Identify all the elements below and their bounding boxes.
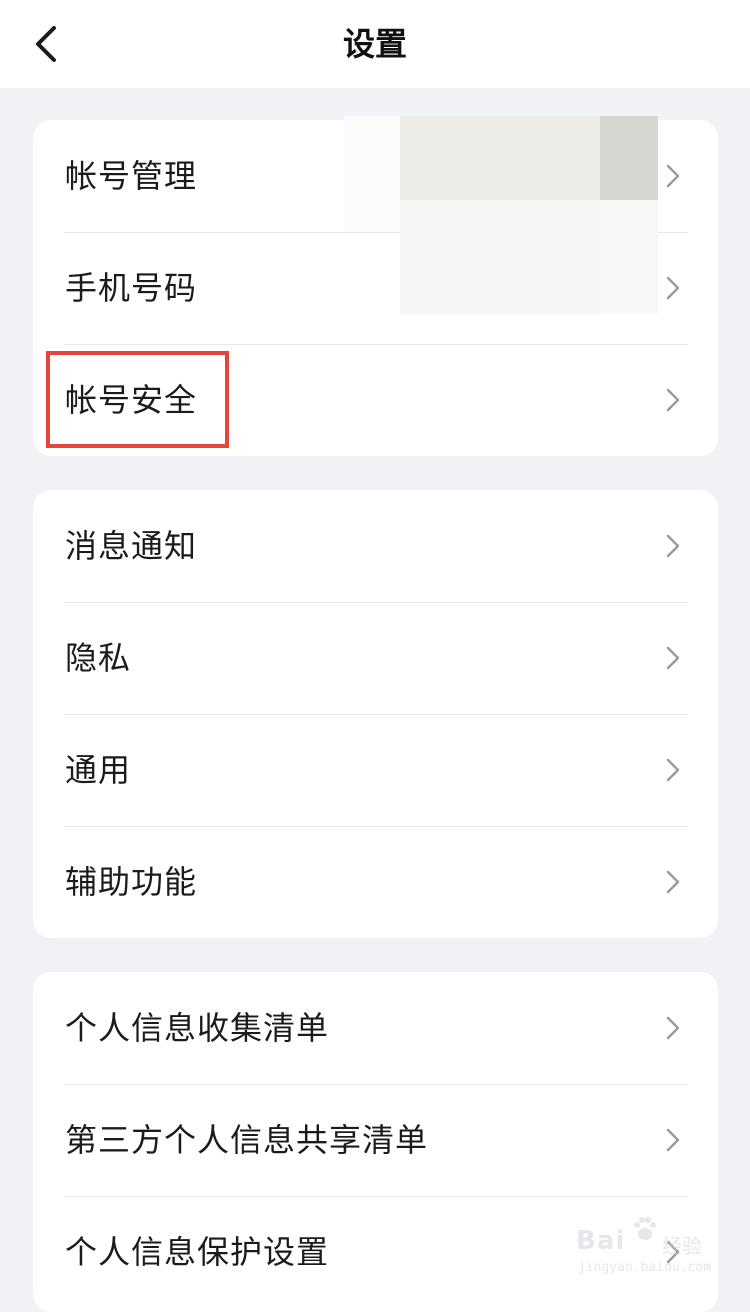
watermark: Bai 经验 jingyan.baidu.com — [576, 1214, 716, 1278]
settings-item-label: 个人信息保护设置 — [65, 1233, 330, 1271]
chevron-right-icon — [666, 646, 680, 670]
chevron-right-icon — [666, 534, 680, 558]
paw-icon — [634, 1217, 656, 1240]
chevron-right-icon — [666, 1128, 680, 1152]
redaction-overlay — [344, 116, 658, 314]
settings-item-label: 消息通知 — [65, 527, 198, 565]
chevron-right-icon — [666, 276, 680, 300]
settings-item-personal-info-list[interactable]: 个人信息收集清单 — [33, 972, 718, 1084]
highlight-annotation — [46, 351, 229, 448]
chevron-right-icon — [666, 870, 680, 894]
page-title: 设置 — [342, 25, 407, 63]
settings-item-label: 手机号码 — [65, 269, 198, 307]
watermark-brand: Bai — [576, 1226, 626, 1256]
watermark-url: jingyan.baidu.com — [578, 1260, 712, 1275]
settings-group-general: 消息通知 隐私 通用 辅助功能 — [33, 490, 718, 938]
nav-bar: 设置 — [0, 0, 750, 88]
settings-item-privacy[interactable]: 隐私 — [33, 602, 718, 714]
settings-item-label: 隐私 — [65, 639, 132, 677]
chevron-right-icon — [666, 1016, 680, 1040]
chevron-right-icon — [666, 388, 680, 412]
settings-item-third-party-sharing-list[interactable]: 第三方个人信息共享清单 — [33, 1084, 718, 1196]
settings-item-label: 帐号管理 — [65, 157, 198, 195]
chevron-right-icon — [666, 758, 680, 782]
settings-item-notifications[interactable]: 消息通知 — [33, 490, 718, 602]
settings-item-label: 个人信息收集清单 — [65, 1009, 330, 1047]
settings-item-general[interactable]: 通用 — [33, 714, 718, 826]
chevron-right-icon — [666, 164, 680, 188]
watermark-suffix: 经验 — [662, 1234, 702, 1258]
settings-item-label: 通用 — [65, 751, 132, 789]
settings-item-label: 第三方个人信息共享清单 — [65, 1121, 429, 1159]
settings-item-accessibility[interactable]: 辅助功能 — [33, 826, 718, 938]
settings-item-label: 辅助功能 — [65, 863, 198, 901]
